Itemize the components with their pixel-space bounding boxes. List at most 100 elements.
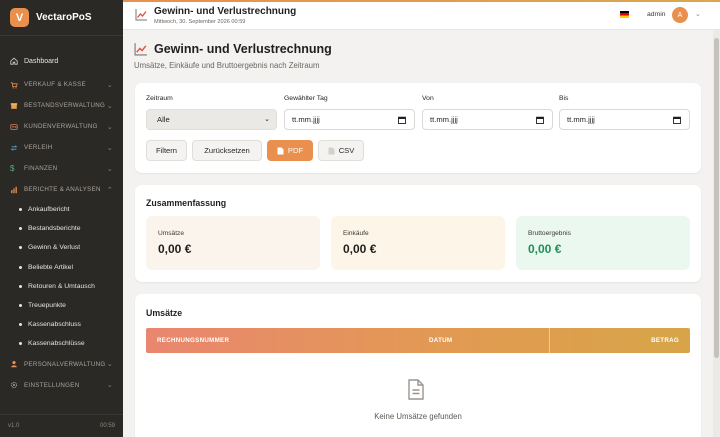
sidebar-section-finance[interactable]: $ FINANZEN ⌄	[0, 158, 123, 179]
sidebar-section-label: EINSTELLUNGEN	[24, 381, 80, 389]
chevron-down-icon: ⌄	[106, 81, 113, 89]
reset-button[interactable]: Zurücksetzen	[192, 140, 262, 161]
chart-icon	[11, 186, 17, 193]
column-header-amount[interactable]: BETRAG	[651, 337, 679, 344]
date-placeholder: tt.mm.jjjj	[292, 115, 320, 124]
scrollbar[interactable]	[713, 30, 720, 437]
sidebar-item-gewinn-verlust[interactable]: Gewinn & Verlust	[0, 238, 123, 257]
stat-value: 0,00 €	[528, 242, 562, 256]
stat-revenue: Umsätze 0,00 €	[146, 216, 320, 270]
bullet-icon	[19, 246, 22, 250]
calendar-icon[interactable]	[673, 116, 681, 124]
sidebar-nav: Dashboard VERKAUF & KASSE ⌄ BESTANDSVERW…	[0, 36, 123, 396]
sidebar-item-ankaufbericht[interactable]: Ankaufbericht	[0, 200, 123, 219]
sidebar-section-inventory[interactable]: BESTANDSVERWALTUNG ⌄	[0, 95, 123, 116]
bullet-icon	[19, 227, 22, 231]
sidebar-item-bestandsberichte[interactable]: Bestandsberichte	[0, 219, 123, 238]
scrollbar-thumb[interactable]	[714, 38, 719, 358]
chevron-down-icon: ⌄	[106, 102, 113, 110]
app-logo: V	[10, 8, 29, 27]
stat-purchases: Einkäufe 0,00 €	[331, 216, 505, 270]
sidebar-section-label: VERLEIH	[24, 144, 53, 151]
pdf-export-button[interactable]: PDF	[267, 140, 313, 161]
brand[interactable]: V VectaroPoS	[0, 0, 123, 36]
chevron-down-icon: ⌄	[106, 382, 113, 389]
calendar-icon[interactable]	[398, 116, 406, 124]
from-label: Von	[422, 95, 434, 102]
swap-icon	[10, 144, 18, 151]
sidebar-section-sales[interactable]: VERKAUF & KASSE ⌄	[0, 74, 123, 95]
column-header-date[interactable]: DATUM	[429, 337, 452, 344]
user-name[interactable]: admin	[647, 11, 666, 18]
sidebar-section-label: FINANZEN	[24, 165, 58, 172]
sidebar-item-kassenabschluesse[interactable]: Kassenabschlüsse	[0, 334, 123, 353]
app-version: v1.0	[8, 423, 20, 429]
period-select[interactable]: Alle ⌄	[146, 109, 277, 130]
sidebar-section-label: BESTANDSVERWALTUNG	[24, 102, 106, 109]
cart-icon	[10, 81, 18, 89]
topbar: Gewinn- und Verlustrechnung Mittwoch, 30…	[123, 0, 720, 30]
period-label: Zeitraum	[146, 95, 173, 102]
chevron-up-icon: ⌃	[106, 186, 113, 194]
sidebar-section-label: BERICHTE & ANALYSEN	[24, 186, 101, 193]
chevron-down-icon[interactable]: ⌄	[695, 10, 701, 18]
sidebar-item-treuepunkte[interactable]: Treuepunkte	[0, 296, 123, 315]
trend-chart-icon	[135, 9, 147, 21]
period-select-value: Alle	[157, 115, 170, 124]
sidebar: V VectaroPoS Dashboard VERKAUF & KASSE ⌄…	[0, 0, 123, 437]
sidebar-item-label: Gewinn & Verlust	[28, 244, 81, 252]
calendar-icon[interactable]	[536, 116, 544, 124]
stat-gross-profit: Bruttoergebnis 0,00 €	[516, 216, 690, 270]
filter-button[interactable]: Filtern	[146, 140, 187, 161]
stat-value: 0,00 €	[343, 242, 377, 256]
chevron-down-icon: ⌄	[106, 123, 113, 131]
box-icon	[10, 102, 18, 109]
people-icon	[10, 123, 18, 130]
sidebar-section-customers[interactable]: KUNDENVERWALTUNG ⌄	[0, 116, 123, 137]
column-header-invoice[interactable]: RECHNUNGSNUMMER	[157, 337, 229, 344]
sidebar-section-settings[interactable]: EINSTELLUNGEN ⌄	[0, 375, 123, 396]
sidebar-item-label: Ankaufbericht	[28, 206, 70, 214]
german-flag-icon[interactable]	[620, 11, 629, 18]
date-placeholder: tt.mm.jjjj	[567, 115, 595, 124]
summary-title: Zusammenfassung	[146, 198, 227, 208]
sidebar-section-label: VERKAUF & KASSE	[24, 81, 86, 88]
gear-icon	[10, 381, 18, 389]
sidebar-item-beliebte-artikel[interactable]: Beliebte Artikel	[0, 258, 123, 277]
sidebar-item-label: Treuepunkte	[28, 302, 66, 310]
dollar-icon: $	[10, 163, 15, 173]
avatar[interactable]: A	[672, 7, 688, 23]
empty-state-text: Keine Umsätze gefunden	[374, 412, 462, 421]
page-title-text: Gewinn- und Verlustrechnung	[154, 42, 332, 56]
filter-card: Zeitraum Alle ⌄ Gewählter Tag tt.mm.jjjj…	[135, 83, 701, 173]
sales-card: Umsätze RECHNUNGSNUMMER DATUM BETRAG Kei…	[135, 294, 701, 437]
sidebar-item-kassenabschluss[interactable]: Kassenabschluss	[0, 315, 123, 334]
sidebar-section-staff[interactable]: PERSONALVERWALTUNG ⌄	[0, 354, 123, 375]
header-title: Gewinn- und Verlustrechnung	[154, 6, 297, 17]
summary-card: Zusammenfassung Umsätze 0,00 € Einkäufe …	[135, 185, 701, 282]
csv-export-button[interactable]: CSV	[318, 140, 364, 161]
chevron-down-icon: ⌄	[106, 144, 113, 152]
to-label: Bis	[559, 95, 569, 102]
sidebar-item-retouren[interactable]: Retouren & Umtausch	[0, 277, 123, 296]
stat-label: Umsätze	[158, 230, 185, 237]
chevron-down-icon: ⌄	[106, 361, 113, 368]
to-date-input[interactable]: tt.mm.jjjj	[559, 109, 690, 130]
from-date-input[interactable]: tt.mm.jjjj	[422, 109, 553, 130]
sidebar-section-rental[interactable]: VERLEIH ⌄	[0, 137, 123, 158]
sidebar-item-dashboard[interactable]: Dashboard	[0, 50, 123, 72]
column-divider	[549, 328, 550, 353]
day-date-input[interactable]: tt.mm.jjjj	[284, 109, 415, 130]
sidebar-item-label: Bestandsberichte	[28, 225, 81, 233]
bullet-icon	[19, 284, 22, 288]
bullet-icon	[19, 208, 22, 212]
pdf-button-label: PDF	[287, 146, 304, 155]
page-subtitle: Umsätze, Einkäufe und Bruttoergebnis nac…	[134, 61, 320, 70]
header-date: Mittwoch, 30. September 2026 00:59	[154, 19, 246, 25]
date-placeholder: tt.mm.jjjj	[430, 115, 458, 124]
sidebar-section-label: PERSONALVERWALTUNG	[24, 360, 106, 368]
stat-label: Einkäufe	[343, 230, 369, 237]
sidebar-section-reports[interactable]: BERICHTE & ANALYSEN ⌃	[0, 179, 123, 200]
chevron-down-icon: ⌄	[106, 165, 113, 173]
sidebar-footer: v1.0 00:59	[0, 414, 123, 437]
